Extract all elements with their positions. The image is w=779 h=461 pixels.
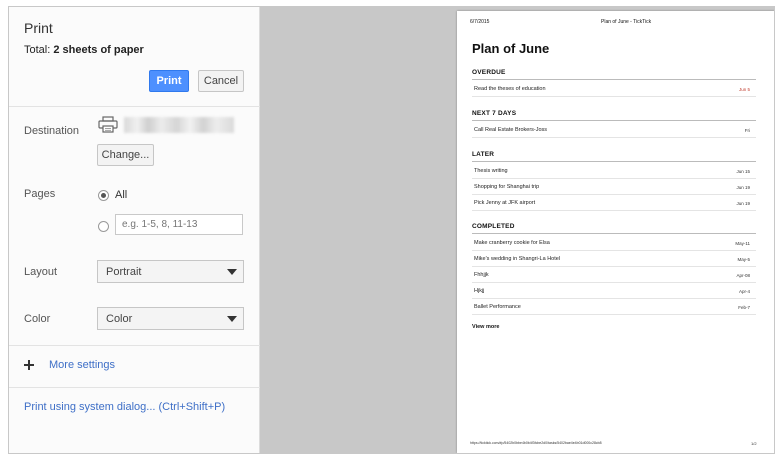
task-due: Feb-7: [738, 305, 750, 310]
destination-label: Destination: [24, 125, 80, 137]
color-label: Color: [24, 313, 51, 325]
more-settings-link[interactable]: More settings: [49, 359, 115, 371]
pages-all-label: All: [115, 189, 128, 201]
section-divider: [472, 120, 756, 121]
view-more-link: View more: [472, 324, 500, 330]
task-due: May-11: [735, 241, 750, 246]
plus-icon[interactable]: [24, 360, 34, 370]
task-row: Make cranberry cookie for Elsa May-11: [472, 235, 756, 251]
change-destination-button[interactable]: Change...: [97, 144, 154, 166]
task-due: Jun 19: [736, 201, 750, 206]
task-title: Ballet Performance: [474, 304, 521, 310]
page-header-date: 6/7/2015: [470, 19, 490, 25]
layout-label: Layout: [24, 266, 58, 278]
destination-name-redacted[interactable]: [124, 117, 234, 133]
page-footer-url: https://ticktick.com/#p/5402b0bbe4b0b4f3…: [470, 441, 602, 445]
task-row: Shopping for Shanghai trip Jun 19: [472, 179, 756, 195]
document-title: Plan of June: [472, 41, 550, 56]
section-divider: [472, 79, 756, 80]
task-row: Read the theses of education Jun 5: [472, 81, 756, 97]
print-button[interactable]: Print: [149, 70, 189, 92]
task-due: Jun 5: [738, 87, 750, 92]
task-title: Pick Jenny at JFK airport: [474, 200, 536, 206]
color-select-value: Color: [106, 313, 133, 325]
task-title: Fhhjjk: [474, 272, 489, 278]
cancel-button[interactable]: Cancel: [198, 70, 244, 92]
page-number: 1/2: [751, 441, 757, 446]
preview-page: 6/7/2015 Plan of June - TickTick Plan of…: [457, 11, 774, 453]
task-row: Hjkjj Apr-4: [472, 283, 756, 299]
task-due: Fri: [744, 128, 750, 133]
section-heading: COMPLETED: [472, 223, 515, 230]
task-due: Jun 15: [736, 169, 750, 174]
task-row: Ballet Performance Feb-7: [472, 299, 756, 315]
layout-select[interactable]: Portrait: [97, 260, 244, 283]
section-heading: OVERDUE: [472, 69, 506, 76]
pages-all-radio[interactable]: [98, 190, 109, 201]
task-title: Mike's wedding in Shangri-La Hotel: [474, 256, 561, 262]
chevron-down-icon: [227, 316, 237, 322]
task-title: Make cranberry cookie for Elsa: [474, 240, 550, 246]
divider: [9, 345, 260, 346]
section-divider: [472, 161, 756, 162]
total-value: 2 sheets of paper: [53, 44, 144, 56]
task-title: Shopping for Shanghai trip: [474, 184, 540, 190]
sheet-total: Total: 2 sheets of paper: [24, 44, 144, 56]
section-divider: [472, 233, 756, 234]
section-heading: LATER: [472, 151, 495, 158]
task-title: Hjkjj: [474, 288, 485, 294]
printer-icon: [98, 116, 118, 133]
pages-label: Pages: [24, 188, 56, 200]
task-due: Apr-4: [738, 289, 750, 294]
pages-custom-input[interactable]: [115, 214, 243, 235]
task-row: Thesis writing Jun 15: [472, 163, 756, 179]
divider: [9, 387, 260, 388]
task-due: Apr-08: [736, 273, 750, 278]
total-prefix: Total:: [24, 44, 54, 56]
section-heading: NEXT 7 DAYS: [472, 110, 517, 117]
divider: [9, 106, 260, 107]
color-select[interactable]: Color: [97, 307, 244, 330]
task-row: Pick Jenny at JFK airport Jun 19: [472, 195, 756, 211]
settings-panel: Print Total: 2 sheets of paper Print Can…: [9, 7, 260, 453]
pages-custom-radio[interactable]: [98, 221, 109, 232]
print-dialog: Print Total: 2 sheets of paper Print Can…: [8, 6, 775, 454]
task-due: Jun 19: [736, 185, 750, 190]
task-row: Call Real Estate Brokers-Joss Fri: [472, 122, 756, 138]
page-header-title: Plan of June - TickTick: [601, 19, 652, 25]
task-row: Fhhjjk Apr-08: [472, 267, 756, 283]
task-row: Mike's wedding in Shangri-La Hotel May-5: [472, 251, 756, 267]
task-title: Read the theses of education: [474, 86, 546, 92]
task-due: May-5: [737, 257, 750, 262]
layout-select-value: Portrait: [106, 266, 142, 278]
task-title: Thesis writing: [474, 168, 508, 174]
dialog-title: Print: [24, 20, 53, 36]
task-title: Call Real Estate Brokers-Joss: [474, 127, 548, 133]
system-dialog-link[interactable]: Print using system dialog... (Ctrl+Shift…: [24, 401, 225, 413]
chevron-down-icon: [227, 269, 237, 275]
